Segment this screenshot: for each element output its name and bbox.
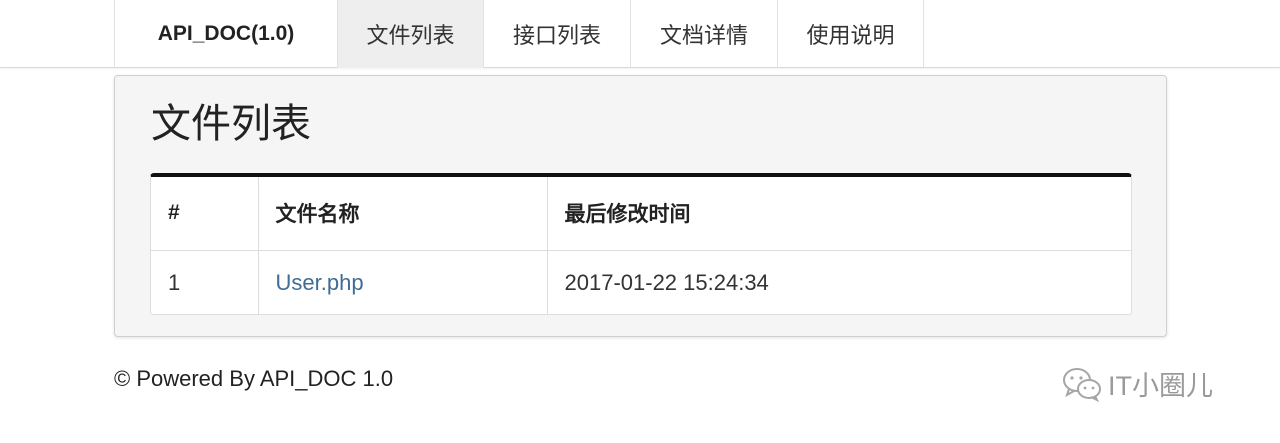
nav-item-doc-details[interactable]: 文档详情 (631, 0, 778, 68)
wechat-icon (1062, 366, 1102, 402)
nav-item-usage[interactable]: 使用说明 (778, 0, 924, 68)
footer-text: © Powered By API_DOC 1.0 (114, 366, 394, 391)
file-link[interactable]: User.php (276, 270, 364, 295)
nav-menu: API_DOC(1.0) 文件列表 接口列表 文档详情 使用说明 (114, 0, 924, 68)
table-row: 1 User.php 2017-01-22 15:24:34 (151, 250, 1131, 314)
table-header-row: # 文件名称 最后修改时间 (151, 177, 1131, 251)
file-table: # 文件名称 最后修改时间 1 User.php 2017-01-22 15:2… (151, 177, 1131, 314)
cell-index: 1 (151, 250, 259, 314)
main-panel: 文件列表 # 文件名称 最后修改时间 1 User.php 2017-01-22… (114, 75, 1167, 337)
file-table-container: # 文件名称 最后修改时间 1 User.php 2017-01-22 15:2… (150, 173, 1132, 315)
column-header-index: # (151, 177, 259, 251)
nav-item-file-list[interactable]: 文件列表 (338, 0, 484, 68)
column-header-filename: 文件名称 (258, 177, 548, 251)
nav-item-api-list[interactable]: 接口列表 (484, 0, 631, 68)
cell-filename: User.php (258, 250, 548, 314)
page-title: 文件列表 (151, 102, 311, 146)
watermark: IT小圈儿 (1062, 364, 1213, 403)
cell-modified: 2017-01-22 15:24:34 (564, 269, 769, 295)
column-header-modified: 最后修改时间 (547, 177, 1131, 251)
watermark-text: IT小圈儿 (1108, 371, 1213, 401)
top-navbar: API_DOC(1.0) 文件列表 接口列表 文档详情 使用说明 (0, 0, 1280, 68)
brand-link[interactable]: API_DOC(1.0) (114, 0, 338, 68)
